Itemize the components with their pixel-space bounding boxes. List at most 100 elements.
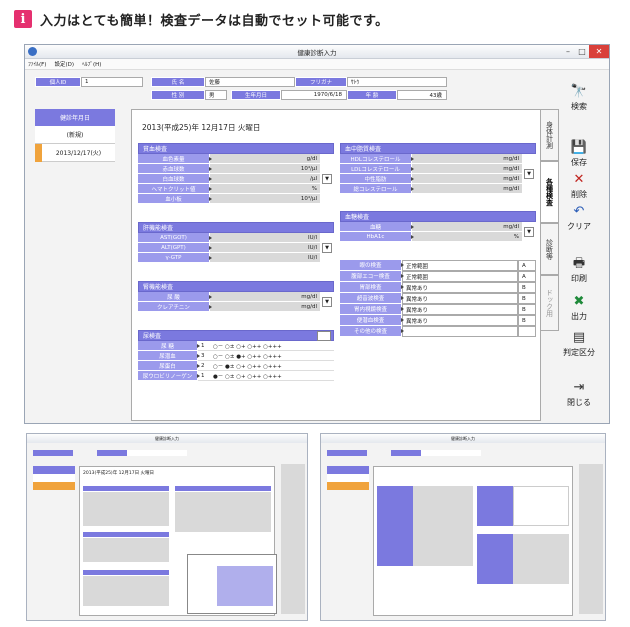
save-button[interactable]: 💾 保存 [548, 141, 610, 168]
print-button[interactable]: 🖶 印刷 [548, 257, 610, 284]
radio-group[interactable]: ○－ ●± ○+ ○++ ○+++ [210, 361, 334, 371]
field-value[interactable]: mg/dl [412, 184, 522, 194]
field-value[interactable]: % [210, 184, 320, 194]
table-row: 眼の検査 正常範囲 A [340, 260, 536, 271]
field-value[interactable]: % [412, 232, 522, 242]
field-value[interactable]: mg/dl [412, 164, 522, 174]
field-label: HbA1c [340, 232, 414, 242]
field-value[interactable]: mg/dl [412, 154, 522, 164]
judge-button[interactable]: ▤ 判定区分 [548, 331, 610, 358]
field-value[interactable]: IU/l [210, 253, 320, 263]
grade-select[interactable]: B [518, 282, 536, 293]
table-row: 血糖 mg/dl [340, 222, 522, 232]
thumbnail-title: 健康診断入力 [321, 434, 605, 443]
kidney-dropdown[interactable]: ▼ [322, 297, 332, 307]
delete-x-icon: ✕ [573, 172, 585, 187]
clear-button[interactable]: ↶ クリア [548, 205, 610, 232]
kana-field[interactable]: ｻﾄｳ [347, 77, 447, 87]
kidney-section: 腎機能検査 尿 酸 mg/dl クレアチニン mg/dl ▼ [138, 281, 334, 312]
field-value[interactable]: /μl [210, 174, 320, 184]
grade-select[interactable]: B [518, 304, 536, 315]
maximize-icon[interactable]: □ [575, 45, 589, 58]
field-value[interactable]: IU/l [210, 233, 320, 243]
thumbnail-date: 2013(平成25)年 12月17日 火曜日 [83, 471, 155, 476]
radio-group[interactable]: ○－ ○± ○+ ○++ ○+++ [210, 341, 334, 351]
search-button[interactable]: 🔭 検索 [548, 85, 610, 112]
field-label: 便潜血検査 [340, 315, 404, 326]
grade-select[interactable] [518, 326, 536, 337]
close-button[interactable]: ⇥ 閉じる [548, 381, 610, 408]
exam-date-list: 健診年月日 (新規) 2013/12/17(火) [35, 109, 115, 225]
field-value[interactable]: 異常あり [402, 315, 518, 326]
list-item[interactable]: 2013/12/17(火) [42, 144, 115, 162]
field-label: クレアチニン [138, 302, 212, 312]
birth-field[interactable]: 1970/6/18 [281, 90, 347, 100]
field-value[interactable]: mg/dl [412, 222, 522, 232]
field-value[interactable]: 正常範囲 [402, 271, 518, 282]
field-value[interactable]: 異常あり [402, 282, 518, 293]
section-title: 血中脂質検査 [340, 143, 536, 154]
table-row: 尿 酸 mg/dl [138, 292, 320, 302]
glucose-dropdown[interactable]: ▼ [524, 227, 534, 237]
lipid-section: 血中脂質検査 HDLコレステロール mg/dl LDLコレステロール mg/dl 中性脂… [340, 143, 536, 194]
delete-button[interactable]: ✕ 削除 [548, 173, 610, 200]
table-row: 尿潜血 3 ○－ ○± ●+ ○++ ○+++ [138, 351, 334, 361]
section-title: 腎機能検査 [138, 281, 334, 292]
field-label: 尿ウロビリノーゲン [138, 371, 200, 381]
page-header: i 入力はとても簡単！検査データは自動でセット可能です。 [14, 8, 389, 30]
name-label: 氏 名 [151, 77, 205, 87]
field-value[interactable]: 正常範囲 [402, 260, 518, 271]
field-value[interactable]: mg/dl [210, 292, 320, 302]
field-value[interactable]: 10⁴/μl [210, 164, 320, 174]
field-value[interactable]: 異常あり [402, 293, 518, 304]
table-row: 尿 糖 1 ○－ ○± ○+ ○++ ○+++ [138, 341, 334, 351]
liver-dropdown[interactable]: ▼ [322, 243, 332, 253]
menu-file[interactable]: ﾌｧｲﾙ(F) [28, 60, 46, 68]
anemia-dropdown[interactable]: ▼ [322, 174, 332, 184]
field-value[interactable]: 10⁴/μl [210, 194, 320, 204]
field-label: 尿蛋白 [138, 361, 200, 371]
radio-group[interactable]: ●－ ○± ○+ ○++ ○+++ [210, 371, 334, 381]
lipid-dropdown[interactable]: ▼ [524, 169, 534, 179]
list-item[interactable]: (新規) [35, 126, 115, 144]
liver-section: 肝機能検査 AST(GOT) IU/l ALT(GPT) IU/l γ-GTP IU/l … [138, 222, 334, 263]
grade-select[interactable]: B [518, 315, 536, 326]
field-label: 腹部エコー検査 [340, 271, 404, 282]
screenshot-thumbnail-1: 健康診断入力 2013(平成25)年 12月17日 火曜日 [26, 433, 308, 621]
name-field[interactable]: 佐藤 [205, 77, 295, 87]
table-row: HbA1c% [340, 232, 522, 242]
exam-date-title: 2013(平成25)年 12月17日 火曜日 [142, 123, 261, 132]
binoculars-icon: 🔭 [570, 84, 588, 99]
field-label: γ-GTP [138, 253, 212, 263]
sex-select[interactable]: 男 [205, 90, 227, 100]
table-row: その他の検査 [340, 326, 536, 337]
info-icon: i [14, 10, 32, 28]
table-row: 血小板 10⁴/μl [138, 194, 320, 204]
minimize-icon[interactable]: – [561, 45, 575, 58]
table-row: 中性脂肪 mg/dl [340, 174, 522, 184]
field-label: 血小板 [138, 194, 212, 204]
close-icon[interactable]: ✕ [589, 45, 609, 58]
id-field[interactable]: 1 [81, 77, 143, 87]
list-icon: ▤ [572, 330, 586, 345]
menu-bar: ﾌｧｲﾙ(F) 設定(D) ﾍﾙﾌﾟ(H) [25, 59, 609, 70]
field-value[interactable]: IU/l [210, 243, 320, 253]
field-value[interactable]: g/dl [210, 154, 320, 164]
menu-help[interactable]: ﾍﾙﾌﾟ(H) [82, 60, 101, 68]
urine-dropdown[interactable]: ▼ [317, 330, 331, 341]
age-field: 43歳 [397, 90, 447, 100]
field-label: 尿潜血 [138, 351, 200, 361]
field-value[interactable]: mg/dl [412, 174, 522, 184]
header-text: 入力はとても簡単！検査データは自動でセット可能です。 [40, 13, 389, 29]
output-button[interactable]: ✖ 出力 [548, 295, 610, 322]
menu-settings[interactable]: 設定(D) [54, 60, 74, 68]
field-value[interactable] [402, 326, 518, 337]
field-value[interactable]: 異常あり [402, 304, 518, 315]
grade-select[interactable]: B [518, 293, 536, 304]
radio-group[interactable]: ○－ ○± ●+ ○++ ○+++ [210, 351, 334, 361]
kana-label: フリガナ [295, 77, 347, 87]
field-value[interactable]: mg/dl [210, 302, 320, 312]
grade-select[interactable]: A [518, 260, 536, 271]
field-label: 尿 糖 [138, 341, 200, 351]
grade-select[interactable]: A [518, 271, 536, 282]
